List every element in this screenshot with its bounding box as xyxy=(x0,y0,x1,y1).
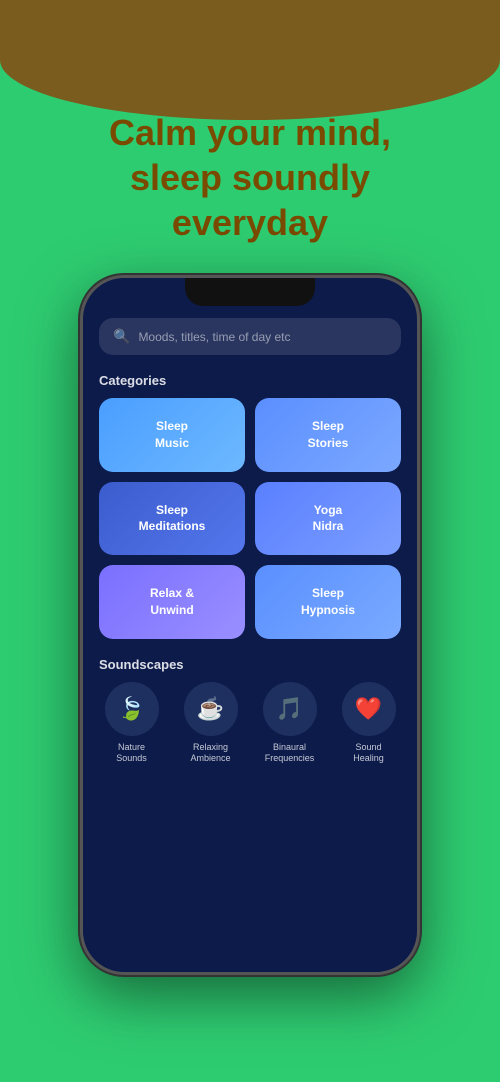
healing-icon: ❤️ xyxy=(342,682,396,736)
soundscapes-title: Soundscapes xyxy=(99,657,401,672)
soundscape-healing[interactable]: ❤️ SoundHealing xyxy=(342,682,396,765)
category-yoga-nidra[interactable]: YogaNidra xyxy=(255,482,401,556)
categories-grid: SleepMusic SleepStories SleepMeditations… xyxy=(99,398,401,639)
phone-device: 🔍 Moods, titles, time of day etc Categor… xyxy=(80,275,420,975)
phone-container: 🔍 Moods, titles, time of day etc Categor… xyxy=(0,275,500,975)
phone-content: 🔍 Moods, titles, time of day etc Categor… xyxy=(83,278,417,972)
search-bar[interactable]: 🔍 Moods, titles, time of day etc xyxy=(99,318,401,355)
relaxing-icon: ☕ xyxy=(184,682,238,736)
soundscape-binaural[interactable]: 🎵 BinauralFrequencies xyxy=(263,682,317,765)
soundscape-relaxing[interactable]: ☕ RelaxingAmbience xyxy=(184,682,238,765)
phone-notch xyxy=(185,278,315,306)
hero-title: Calm your mind, sleep soundly everyday xyxy=(0,110,500,245)
category-sleep-meditations[interactable]: SleepMeditations xyxy=(99,482,245,556)
categories-title: Categories xyxy=(99,373,401,388)
soundscape-nature[interactable]: 🍃 NatureSounds xyxy=(105,682,159,765)
category-relax-unwind[interactable]: Relax &Unwind xyxy=(99,565,245,639)
search-placeholder: Moods, titles, time of day etc xyxy=(138,330,290,344)
hero-section: Calm your mind, sleep soundly everyday xyxy=(0,0,500,265)
binaural-icon: 🎵 xyxy=(263,682,317,736)
soundscapes-row: 🍃 NatureSounds ☕ RelaxingAmbience 🎵 Bina… xyxy=(99,682,401,765)
search-icon: 🔍 xyxy=(113,328,130,345)
category-sleep-hypnosis[interactable]: SleepHypnosis xyxy=(255,565,401,639)
category-sleep-music[interactable]: SleepMusic xyxy=(99,398,245,472)
nature-icon: 🍃 xyxy=(105,682,159,736)
category-sleep-stories[interactable]: SleepStories xyxy=(255,398,401,472)
